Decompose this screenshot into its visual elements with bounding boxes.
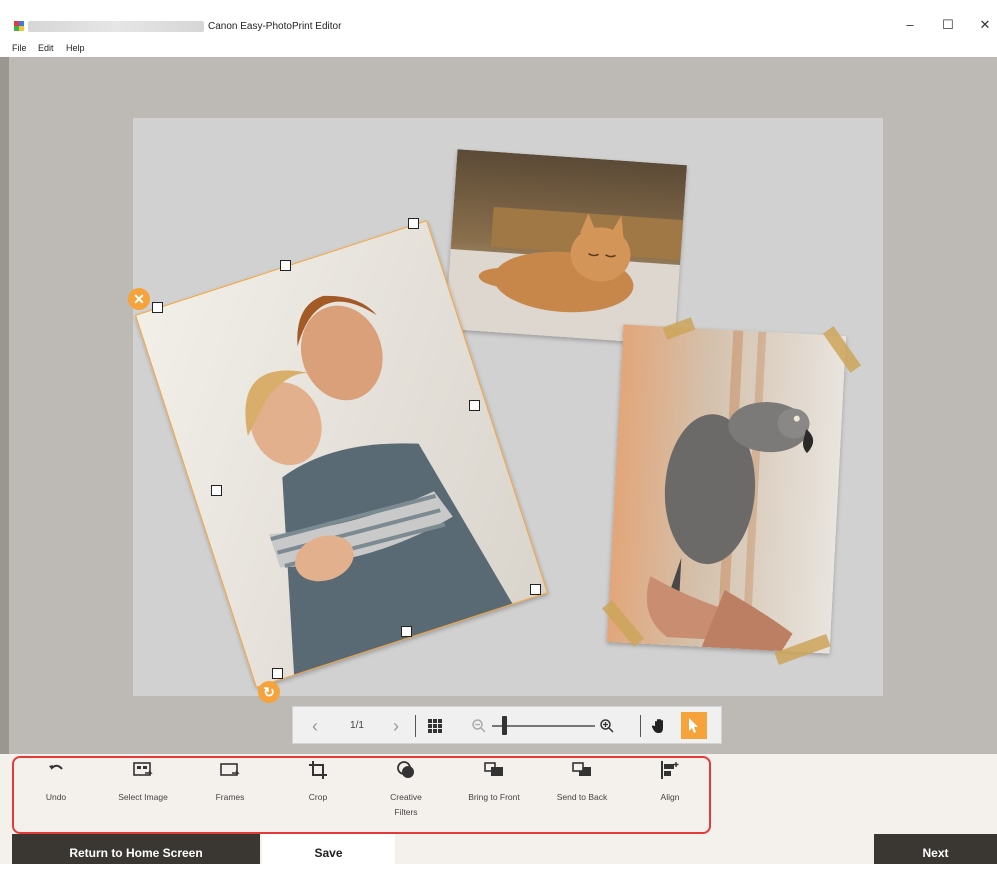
rotate-handle[interactable]: ↻ [258,681,280,703]
hand-pan-icon[interactable] [651,717,669,735]
bring-to-front-button[interactable]: Bring to Front [454,760,534,805]
thumbnail-grid-icon[interactable] [427,718,443,734]
select-image-label: Select Image [118,792,168,802]
undo-icon [49,764,63,770]
resize-handle-top[interactable] [280,260,291,271]
next-page-button[interactable]: › [386,707,406,745]
send-to-back-button[interactable]: Send to Back [542,760,622,805]
pointer-arrow-icon [689,718,698,733]
zoom-slider-track[interactable] [492,725,595,727]
frames-button[interactable]: Frames [190,760,270,805]
menu-file[interactable]: File [12,43,27,53]
resize-handle-bottom[interactable] [401,626,412,637]
separator [415,715,416,737]
resize-handle-top-right[interactable] [408,218,419,229]
align-icon [661,761,679,779]
resize-handle-bottom-left[interactable] [272,668,283,679]
cat-icon [445,149,687,345]
zoom-slider-thumb[interactable] [501,716,507,735]
zoom-out-icon[interactable] [471,718,487,734]
resize-handle-left[interactable] [211,485,222,496]
creative-filters-icon [397,761,414,778]
align-label: Align [660,792,680,802]
delete-image-button[interactable]: ✕ [128,288,150,310]
menu-bar: File Edit Help [0,40,997,57]
blurred-document-name [28,21,204,32]
crop-button[interactable]: Crop [278,760,358,805]
select-tool-button[interactable] [681,712,707,739]
send-to-back-icon [572,762,591,776]
title-bar: Canon Easy-PhotoPrint Editor – ☐ ✕ [0,0,997,40]
previous-page-button[interactable]: ‹ [305,707,325,745]
align-button[interactable]: Align [630,760,710,805]
crop-icon [309,761,327,779]
page-indicator: 1/1 [350,720,364,731]
close-button[interactable]: ✕ [975,15,995,35]
creative-filters-label: Creative Filters [390,792,422,817]
app-logo-icon [14,21,24,31]
frames-label: Frames [215,792,245,802]
send-to-back-label: Send to Back [556,792,608,802]
select-image-icon [133,762,153,776]
maximize-button[interactable]: ☐ [938,15,958,35]
crop-label: Crop [308,792,328,802]
zoom-in-icon[interactable] [599,718,615,734]
menu-help[interactable]: Help [66,43,85,53]
undo-button[interactable]: Undo [16,760,96,805]
undo-label: Undo [45,792,67,802]
menu-edit[interactable]: Edit [38,43,54,53]
workspace-left-edge [0,57,9,754]
next-button[interactable]: Next [874,834,997,864]
return-to-home-button[interactable]: Return to Home Screen [12,834,260,864]
parrot-icon [606,324,847,654]
separator [640,715,641,737]
save-button[interactable]: Save [262,834,395,864]
window-title: Canon Easy-PhotoPrint Editor [208,21,342,32]
resize-handle-top-left[interactable] [152,302,163,313]
cat-photo[interactable] [445,149,687,345]
minimize-button[interactable]: – [900,15,920,35]
bring-to-front-icon [484,762,503,776]
resize-handle-bottom-right[interactable] [530,584,541,595]
bring-to-front-label: Bring to Front [468,792,520,802]
parrot-photo[interactable] [606,324,847,654]
select-image-button[interactable]: Select Image [103,760,183,805]
frames-icon [220,763,240,776]
resize-handle-right[interactable] [469,400,480,411]
page-navigation-bar: ‹ 1/1 › [292,706,722,744]
creative-filters-button[interactable]: Creative Filters [366,760,446,820]
